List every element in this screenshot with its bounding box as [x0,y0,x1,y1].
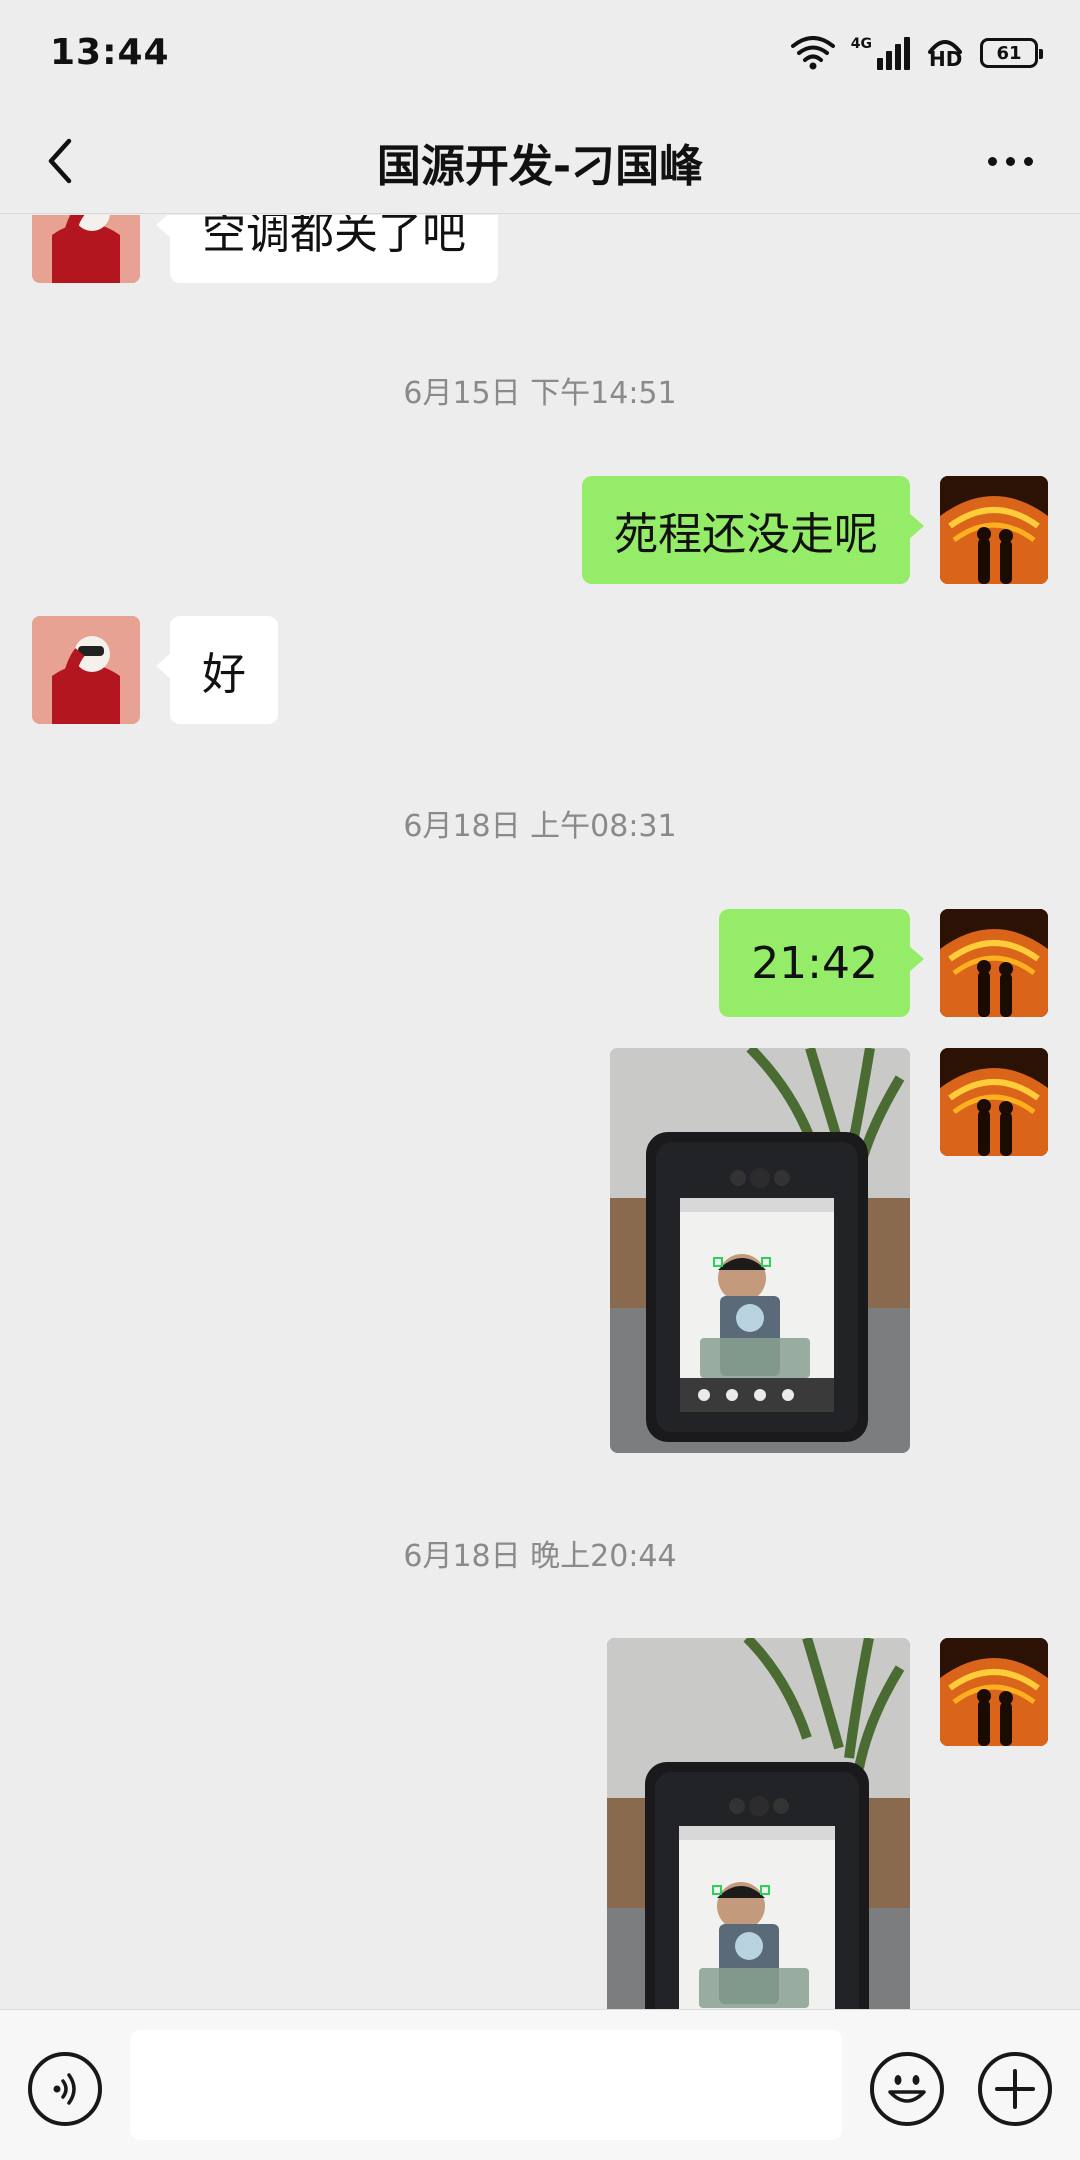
chat-screen: 13:44 4G HD 61 国源开发-刁国峰 空调都关了吧 6月15日 下午1… [0,0,1080,2160]
message-bubble[interactable]: 21:42 [719,909,924,1017]
message-text: 苑程还没走呢 [614,509,878,560]
message-bubble[interactable]: 苑程还没走呢 [582,476,924,584]
my-avatar[interactable] [940,909,1048,1017]
battery-icon: 61 [980,38,1043,68]
voice-icon [53,2073,76,2105]
more-functions-button[interactable] [978,2052,1052,2126]
network-type: 4G [850,36,872,52]
status-time: 13:44 [50,32,170,73]
status-icons: 4G HD 61 [790,30,1043,76]
hd-call-icon: HD [926,36,964,70]
message-timestamp: 6月18日 上午08:31 [403,809,677,844]
cellular-signal-icon: 4G [851,36,910,70]
input-bar [0,2009,1080,2160]
image-message[interactable] [607,1638,910,2009]
hd-label: HD [929,47,963,71]
voice-button[interactable] [28,2052,102,2126]
plus-icon [995,2069,1035,2109]
emoji-button[interactable] [870,2052,944,2126]
message-list[interactable]: 空调都关了吧 6月15日 下午14:51 苑程还没走呢 好 6月18日 上午08… [0,215,1080,2009]
image-message[interactable] [610,1048,910,1453]
contact-avatar[interactable] [32,616,140,724]
message-text: 21:42 [751,937,878,989]
my-avatar[interactable] [940,476,1048,584]
my-avatar[interactable] [940,1638,1048,1746]
contact-avatar[interactable] [32,215,140,283]
message-bubble[interactable]: 好 [156,616,278,724]
nav-bar: 国源开发-刁国峰 [0,108,1080,214]
more-button[interactable] [970,128,1050,194]
message-timestamp: 6月18日 晚上20:44 [403,1539,677,1574]
message-text: 空调都关了吧 [202,215,466,259]
wifi-icon [790,36,835,70]
message-input[interactable] [130,2030,842,2140]
emoji-icon [888,2075,926,2103]
more-dots-icon [987,156,997,166]
status-bar: 13:44 4G HD 61 [0,0,1080,108]
message-bubble[interactable]: 空调都关了吧 [156,215,498,283]
battery-level: 61 [996,42,1022,64]
message-timestamp: 6月15日 下午14:51 [403,376,677,411]
chat-title: 国源开发-刁国峰 [376,141,704,192]
message-text: 好 [202,649,246,700]
my-avatar[interactable] [940,1048,1048,1156]
